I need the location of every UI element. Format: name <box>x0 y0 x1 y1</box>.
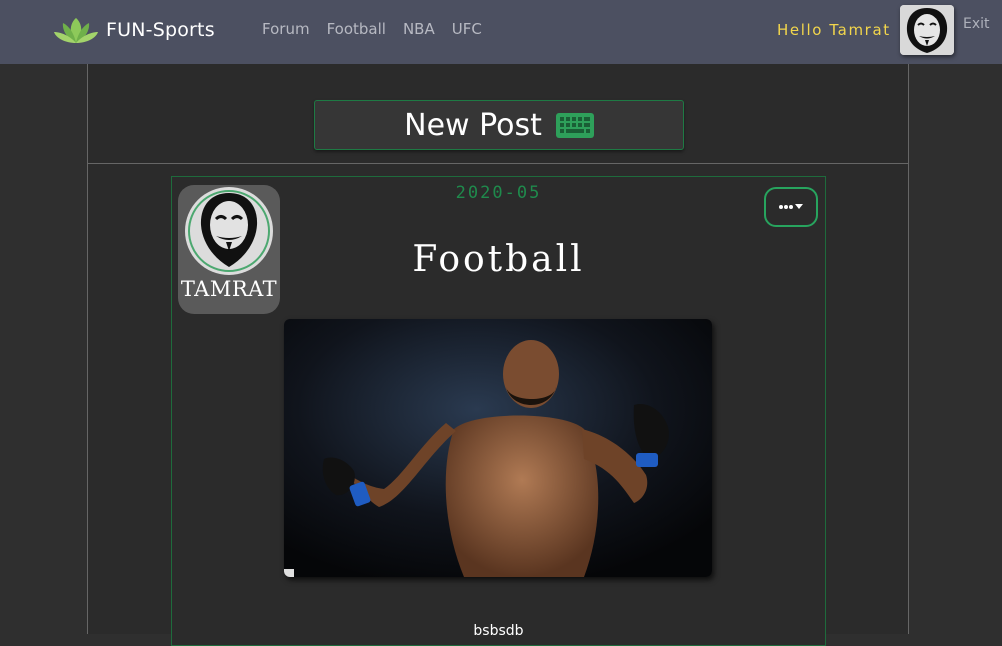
lotus-logo-icon <box>52 15 100 45</box>
more-dropdown-icon <box>779 204 803 209</box>
user-avatar[interactable] <box>900 5 954 55</box>
author-name: TAMRAT <box>180 277 278 301</box>
new-post-button[interactable]: New Post <box>314 100 684 150</box>
nav-link-ufc[interactable]: UFC <box>452 20 482 38</box>
main-content: New Post 2020-05 TAMRAT Football bsbsdb <box>87 64 909 646</box>
exit-link[interactable]: Exit <box>963 16 990 32</box>
top-navbar: FUN-Sports Forum Football NBA UFC Hello … <box>0 0 1002 64</box>
brand[interactable]: FUN-Sports <box>52 14 215 46</box>
user-greeting: Hello Tamrat <box>777 21 891 39</box>
post-body: bsbsdb <box>473 623 524 639</box>
post-card: 2020-05 TAMRAT Football bsbsdb <box>171 176 826 646</box>
post-image <box>284 319 712 577</box>
post-options-button[interactable] <box>764 187 818 227</box>
nav-link-football[interactable]: Football <box>327 20 386 38</box>
nav-links: Forum Football NBA UFC <box>262 20 482 38</box>
brand-name: FUN-Sports <box>106 19 215 41</box>
new-post-label: New Post <box>404 107 542 143</box>
post-title: Football <box>412 239 585 280</box>
keyboard-icon <box>555 112 594 138</box>
nav-link-nba[interactable]: NBA <box>403 20 435 38</box>
composer-area: New Post <box>88 64 908 164</box>
nav-link-forum[interactable]: Forum <box>262 20 310 38</box>
